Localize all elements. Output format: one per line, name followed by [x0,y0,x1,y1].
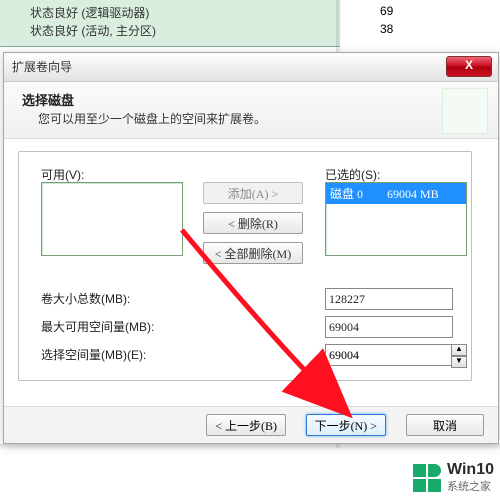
wizard-footer: < 上一步(B) 下一步(N) > 取消 [4,406,498,443]
bg-row-1-status: 状态良好 (逻辑驱动器) [30,6,149,20]
cancel-button[interactable]: 取消 [406,414,484,436]
titlebar[interactable]: 扩展卷向导 X [4,53,498,82]
bg-row-2: 状态良好 (活动, 主分区) [30,22,156,39]
remove-button[interactable]: < 删除(R) [203,212,303,234]
available-disks-listbox[interactable] [41,182,183,256]
select-space-spinner[interactable]: ▲ ▼ [451,344,467,366]
select-space-label: 选择空间量(MB)(E): [41,346,146,363]
next-button[interactable]: 下一步(N) > [306,414,386,436]
wizard-body: 可用(V): 添加(A) > < 删除(R) < 全部删除(M) 已选的(S):… [4,139,498,405]
selected-disk-item[interactable]: 磁盘 0 69004 MB [326,183,466,204]
bg-row-2-size: 38 [380,22,393,36]
watermark: Win10 系统之家 [413,462,494,494]
background-partition-table: 状态良好 (逻辑驱动器) 69 状态良好 (活动, 主分区) 38 [0,0,340,47]
bg-row-1-size: 69 [380,4,393,18]
page-subtitle: 您可以用至少一个磁盘上的空间来扩展卷。 [38,110,266,127]
watermark-text: Win10 系统之家 [447,462,494,494]
spin-down-icon[interactable]: ▼ [451,356,467,368]
remove-all-button[interactable]: < 全部删除(M) [203,242,303,264]
available-label: 可用(V): [41,166,84,183]
watermark-brand: Win10 [447,462,494,478]
wizard-header: 选择磁盘 您可以用至少一个磁盘上的空间来扩展卷。 [4,82,498,139]
transfer-buttons: 添加(A) > < 删除(R) < 全部删除(M) [203,182,303,272]
selected-disks-listbox[interactable]: 磁盘 0 69004 MB [325,182,467,256]
watermark-site: 系统之家 [447,478,494,494]
watermark-logo-icon [413,464,441,492]
spin-up-icon[interactable]: ▲ [451,344,467,356]
max-space-field [325,316,453,338]
close-button[interactable]: X [446,56,492,77]
extend-volume-wizard-dialog: 扩展卷向导 X 选择磁盘 您可以用至少一个磁盘上的空间来扩展卷。 可用(V): … [3,52,499,444]
window-title: 扩展卷向导 [12,58,72,75]
back-button[interactable]: < 上一步(B) [206,414,286,436]
total-size-label: 卷大小总数(MB): [41,290,130,307]
max-space-label: 最大可用空间量(MB): [41,318,154,335]
select-space-input[interactable] [325,344,453,366]
disk-selection-group: 可用(V): 添加(A) > < 删除(R) < 全部删除(M) 已选的(S):… [18,151,472,381]
close-icon: X [465,58,473,72]
page-title: 选择磁盘 [22,90,74,109]
selected-label: 已选的(S): [325,166,380,183]
total-size-field [325,288,453,310]
add-button[interactable]: 添加(A) > [203,182,303,204]
bg-row-1: 状态良好 (逻辑驱动器) [30,4,149,21]
bg-shadow-horizontal [0,444,500,450]
bg-row-2-status: 状态良好 (活动, 主分区) [30,24,156,38]
wizard-logo-placeholder [442,88,488,134]
